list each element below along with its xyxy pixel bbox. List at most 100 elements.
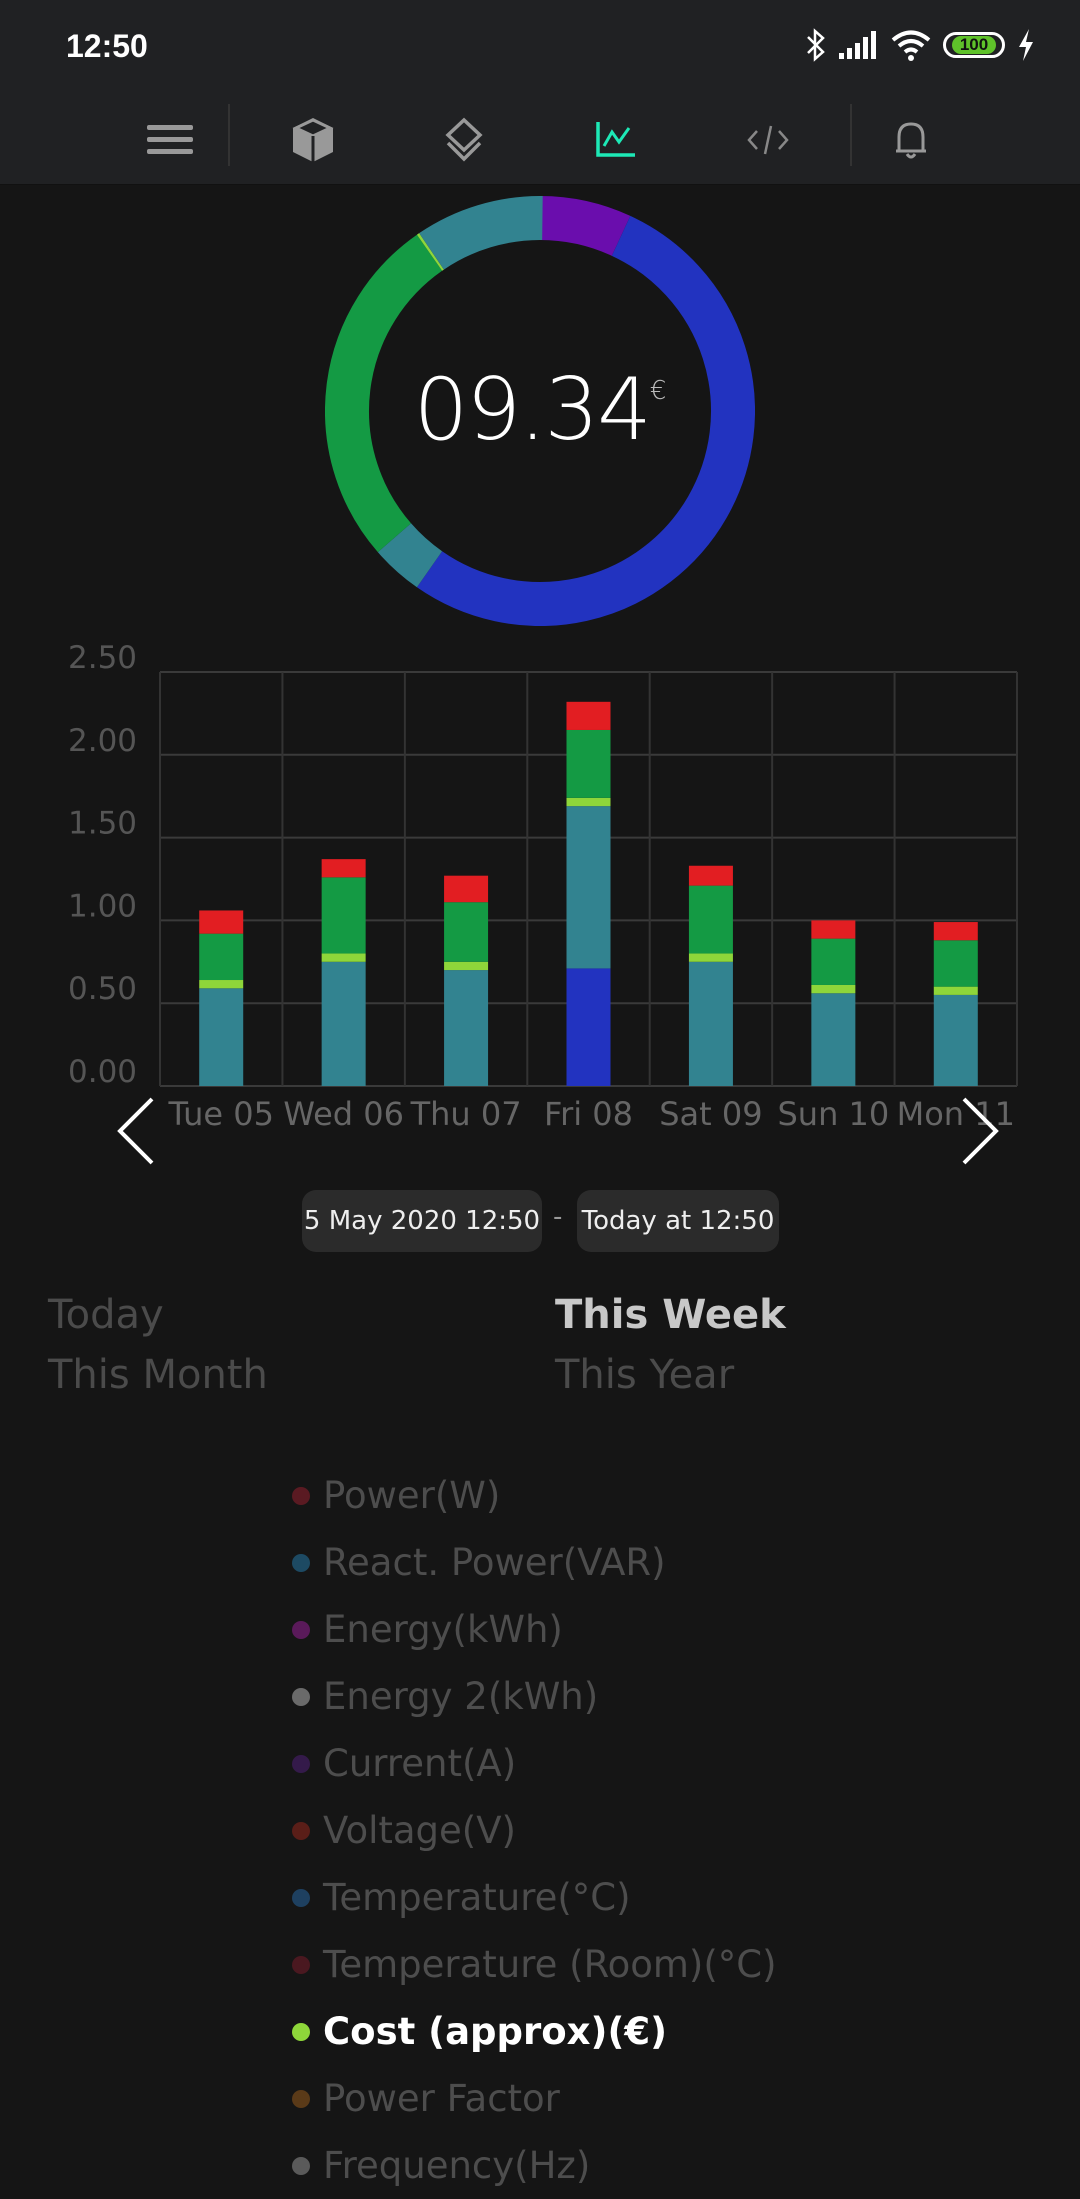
bar-segment[interactable]: [566, 968, 611, 1086]
bar-segment[interactable]: [321, 961, 366, 1086]
y-tick-label: 1.50: [68, 806, 137, 842]
legend-label: Power(W): [323, 1474, 501, 1517]
bluetooth-icon: [807, 28, 825, 62]
legend-dot-icon: [292, 1821, 310, 1840]
bar-segment[interactable]: [688, 953, 733, 962]
currency-symbol: €: [649, 376, 667, 406]
legend-label: Energy 2(kWh): [323, 1675, 599, 1718]
legend-label: Temperature (Room)(°C): [323, 1943, 777, 1986]
donut-slice: [377, 522, 443, 588]
bar-segment[interactable]: [811, 984, 856, 994]
bar-segment[interactable]: [933, 922, 978, 941]
charging-icon: [1019, 29, 1033, 61]
bar-segment[interactable]: [321, 877, 366, 954]
bar-segment[interactable]: [933, 994, 978, 1086]
bar-segment[interactable]: [321, 953, 366, 962]
status-time: 12:50: [66, 28, 148, 64]
cost-bar-chart: 0.00 0.50 1.00 1.50 2.00 2.50 Tue 05 Wed 06 Thu …: [68, 640, 1018, 1133]
legend-item[interactable]: Power Factor: [292, 2065, 777, 2132]
hamburger-menu-icon: [147, 125, 193, 154]
legend-label: Current(A): [323, 1742, 517, 1785]
legend-item[interactable]: Power(W): [292, 1462, 777, 1529]
y-tick-label: 2.00: [68, 723, 137, 759]
layers-icon: [445, 117, 483, 162]
legend-label: Frequency(Hz): [323, 2144, 591, 2187]
bar-segment[interactable]: [199, 910, 244, 934]
toolbar-divider: [228, 104, 230, 166]
date-from-button[interactable]: 5 May 2020 12:50: [302, 1190, 542, 1252]
legend-item[interactable]: Current(A): [292, 1730, 777, 1797]
bar-segment[interactable]: [199, 988, 244, 1086]
legend-item[interactable]: React. Power(VAR): [292, 1529, 777, 1596]
date-range-separator: -: [553, 1202, 563, 1232]
bar-segment[interactable]: [566, 797, 611, 807]
line-chart-icon: [596, 122, 635, 157]
y-tick-label: 1.00: [68, 888, 137, 924]
y-tick-label: 0.50: [68, 971, 137, 1007]
wifi-icon: [891, 30, 931, 61]
legend-label: Cost (approx)(€): [323, 2010, 668, 2053]
devices-button[interactable]: [285, 114, 341, 166]
range-this-year[interactable]: This Year: [555, 1352, 734, 1398]
battery-level: 100: [951, 36, 997, 54]
code-icon: [747, 125, 789, 155]
legend-dot-icon: [292, 2156, 310, 2175]
x-tick-label: Thu 07: [410, 1095, 522, 1133]
bar-segment[interactable]: [688, 961, 733, 1086]
previous-period-button[interactable]: [112, 1095, 162, 1167]
legend-dot-icon: [292, 1687, 310, 1706]
next-period-button[interactable]: [954, 1095, 1004, 1167]
bell-icon: [896, 122, 926, 159]
donut-slice: [539, 196, 631, 257]
legend-label: Power Factor: [323, 2077, 560, 2120]
x-tick-label: Wed 06: [283, 1095, 404, 1133]
menu-button[interactable]: [142, 114, 198, 166]
code-button[interactable]: [740, 114, 796, 166]
bar-segment[interactable]: [566, 729, 611, 798]
bar-segment[interactable]: [566, 806, 611, 969]
legend-dot-icon: [292, 1955, 310, 1974]
layers-button[interactable]: [436, 114, 492, 166]
legend-item[interactable]: Energy 2(kWh): [292, 1663, 777, 1730]
x-tick-label: Sat 09: [659, 1095, 762, 1133]
cube-icon: [292, 118, 334, 162]
x-tick-label: Tue 05: [167, 1095, 274, 1133]
notifications-button[interactable]: [883, 114, 939, 166]
total-cost-value: 09.34: [413, 360, 652, 460]
bar-segment[interactable]: [933, 986, 978, 995]
charts-button[interactable]: [588, 114, 644, 166]
bar-segment[interactable]: [688, 865, 733, 886]
bar-segment[interactable]: [321, 859, 366, 878]
legend-label: React. Power(VAR): [323, 1541, 666, 1584]
bar-segment[interactable]: [811, 993, 856, 1086]
legend-dot-icon: [292, 2089, 310, 2108]
legend-label: Temperature(°C): [323, 1876, 631, 1919]
bar-segment[interactable]: [933, 940, 978, 987]
y-tick-label: 0.00: [68, 1054, 137, 1090]
legend-item[interactable]: Frequency(Hz): [292, 2132, 777, 2199]
legend-item[interactable]: Energy(kWh): [292, 1596, 777, 1663]
bar-segment[interactable]: [199, 933, 244, 981]
bar-segment[interactable]: [688, 885, 733, 954]
date-to-button[interactable]: Today at 12:50: [577, 1190, 779, 1252]
bar-segment[interactable]: [444, 875, 489, 903]
legend-dot-icon: [292, 1888, 310, 1907]
series-legend: Power(W) React. Power(VAR) Energy(kWh) Ener…: [292, 1462, 777, 2199]
bar-segment[interactable]: [566, 701, 611, 730]
bar-segment[interactable]: [199, 980, 244, 989]
bar-segment[interactable]: [811, 920, 856, 939]
signal-icon: [839, 31, 876, 59]
range-this-week[interactable]: This Week: [555, 1292, 786, 1338]
bar-segment[interactable]: [811, 938, 856, 985]
legend-item[interactable]: Voltage(V): [292, 1797, 777, 1864]
bar-segment[interactable]: [444, 970, 489, 1086]
range-this-month[interactable]: This Month: [48, 1352, 268, 1398]
range-today[interactable]: Today: [48, 1292, 164, 1338]
legend-item[interactable]: Temperature (Room)(°C): [292, 1931, 777, 1998]
legend-item[interactable]: Cost (approx)(€): [292, 1998, 777, 2065]
legend-item[interactable]: Temperature(°C): [292, 1864, 777, 1931]
bar-segment[interactable]: [444, 961, 489, 971]
bar-segment[interactable]: [444, 902, 489, 962]
donut-slice: [419, 196, 543, 270]
legend-label: Energy(kWh): [323, 1608, 563, 1651]
